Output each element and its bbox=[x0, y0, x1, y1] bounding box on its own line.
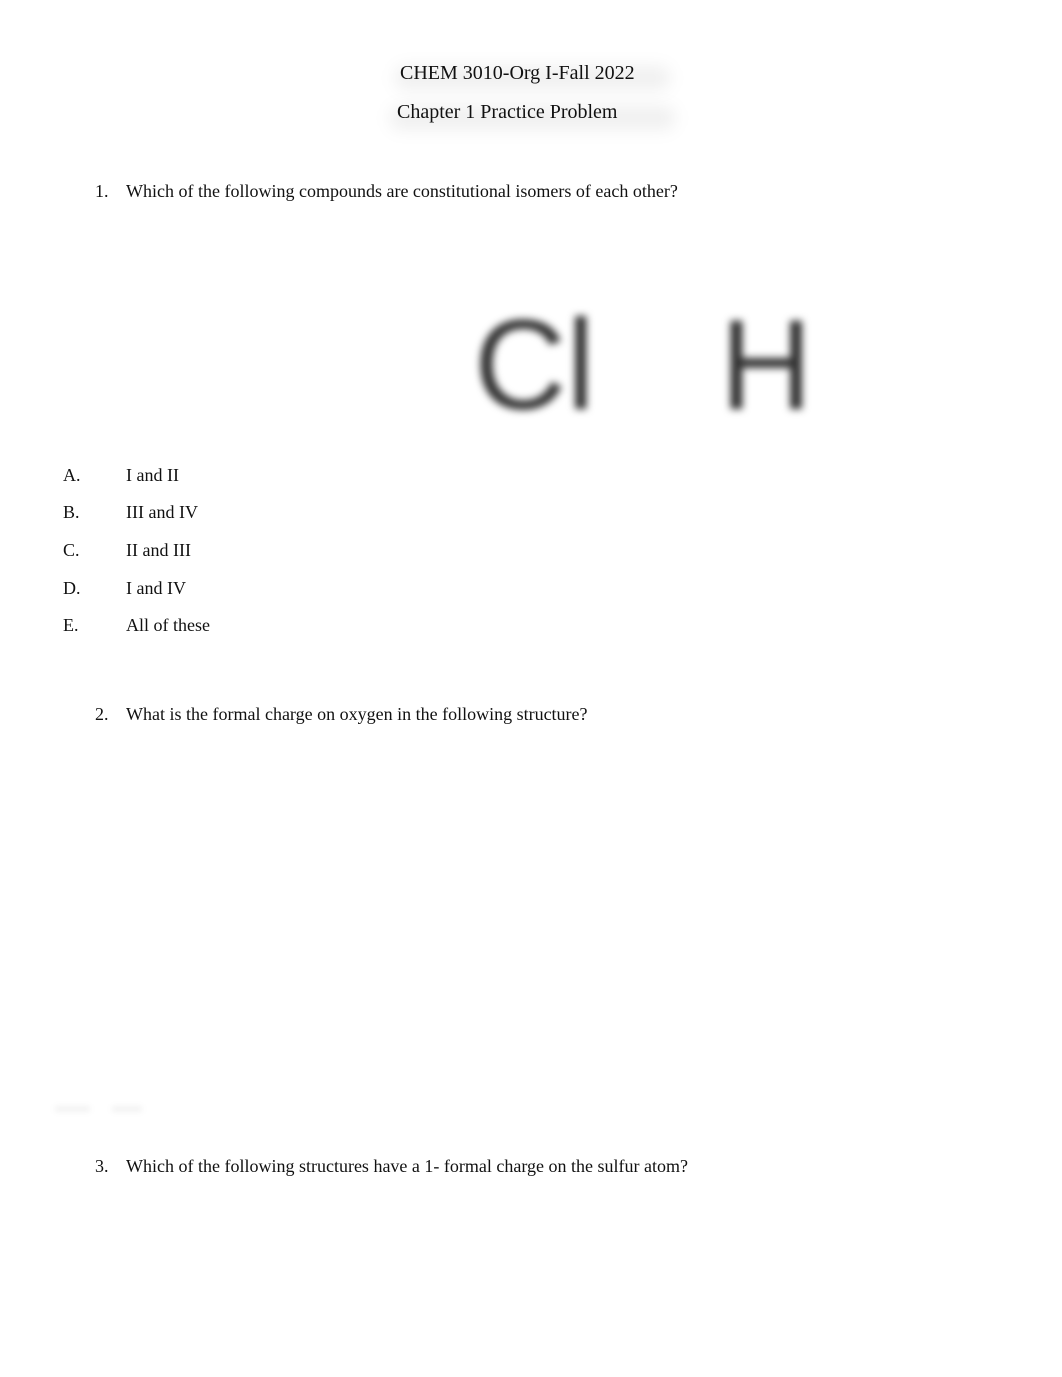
option-letter: E. bbox=[63, 615, 79, 635]
hydrogen-label: H bbox=[720, 294, 813, 437]
option-text: III and IV bbox=[126, 502, 198, 522]
faint-artifact bbox=[112, 1106, 142, 1112]
course-title: CHEM 3010-Org I-Fall 2022 bbox=[400, 62, 635, 84]
faint-artifact bbox=[55, 1106, 90, 1112]
option-letter: B. bbox=[63, 502, 80, 522]
question-number: 1. bbox=[95, 181, 109, 201]
option-text: II and III bbox=[126, 540, 191, 560]
option-letter: D. bbox=[63, 578, 81, 598]
option-text: I and IV bbox=[126, 578, 186, 598]
chapter-subtitle: Chapter 1 Practice Problem bbox=[397, 101, 618, 123]
option-letter: A. bbox=[63, 465, 81, 485]
question-number: 2. bbox=[95, 704, 109, 724]
question-text: Which of the following structures have a… bbox=[126, 1156, 688, 1176]
chlorine-label: Cl bbox=[474, 294, 595, 437]
option-text: All of these bbox=[126, 615, 210, 635]
option-letter: C. bbox=[63, 540, 80, 560]
question-text: Which of the following compounds are con… bbox=[126, 181, 678, 201]
question-text: What is the formal charge on oxygen in t… bbox=[126, 704, 588, 724]
option-text: I and II bbox=[126, 465, 179, 485]
question-number: 3. bbox=[95, 1156, 109, 1176]
